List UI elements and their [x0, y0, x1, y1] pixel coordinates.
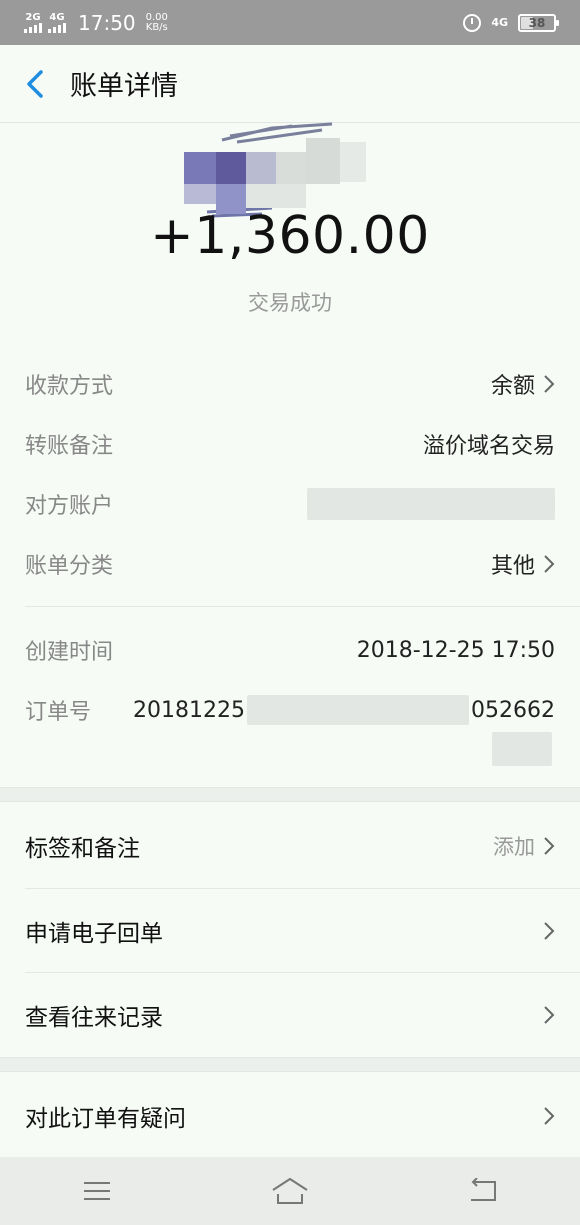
- detail-row-created-time: 创建时间 2018-12-25 17:50: [25, 630, 555, 670]
- speed-unit: KB/s: [145, 21, 168, 33]
- nav-bar: 账单详情: [0, 45, 580, 123]
- battery-text: 38: [528, 15, 546, 30]
- status-right: 4G 38: [463, 13, 559, 32]
- signal-4g-icon: 4G: [48, 11, 66, 33]
- detail-label: 收款方式: [25, 374, 114, 399]
- counterparty-value: [307, 488, 555, 520]
- action-label: 查看往来记录: [25, 1005, 163, 1031]
- signal-group: 2G 4G 17:50 0.00 KB/s: [24, 11, 168, 35]
- detail-row-payment-method[interactable]: 收款方式 余额: [25, 364, 555, 404]
- detail-value: 余额: [491, 368, 555, 400]
- redacted-block: [247, 695, 470, 725]
- detail-row-order-number: 订单号 20181225 052662: [25, 690, 555, 730]
- return-icon: [471, 1178, 497, 1201]
- action-value: [535, 921, 555, 941]
- chevron-right-icon: [544, 1107, 555, 1125]
- menu-icon: [83, 1182, 110, 1200]
- electronic-receipt-row[interactable]: 申请电子回单: [0, 889, 580, 973]
- order-number-value: 20181225 052662: [133, 695, 555, 725]
- order-number-suffix: 052662: [471, 697, 555, 723]
- chevron-left-icon: [27, 69, 43, 98]
- detail-label: 账单分类: [25, 554, 114, 579]
- alarm-icon: [463, 13, 482, 32]
- system-nav-bar: [0, 1157, 580, 1225]
- back-system-button[interactable]: [438, 1161, 528, 1221]
- add-label: 添加: [493, 835, 535, 859]
- action-value: [535, 1106, 555, 1126]
- clock: 17:50: [78, 10, 136, 35]
- menu-button[interactable]: [52, 1161, 142, 1221]
- detail-label: 对方账户: [25, 494, 114, 519]
- back-button[interactable]: [0, 45, 70, 123]
- section-gap: [0, 1057, 580, 1072]
- transfer-note-value: 溢价域名交易: [422, 434, 555, 459]
- network-speed: 0.00 KB/s: [145, 11, 168, 33]
- tags-and-notes-row[interactable]: 标签和备注 添加: [0, 804, 580, 888]
- order-question-row[interactable]: 对此订单有疑问: [0, 1074, 580, 1158]
- net-label-1: 2G: [25, 11, 41, 23]
- transaction-status: 交易成功: [248, 291, 332, 315]
- redacted-block: [307, 488, 555, 520]
- home-icon: [272, 1177, 308, 1204]
- network-type: 4G: [491, 16, 508, 29]
- action-label: 标签和备注: [25, 836, 140, 862]
- action-label: 申请电子回单: [25, 921, 163, 947]
- amount: +1,360.00: [150, 206, 430, 266]
- chevron-right-icon: [544, 837, 555, 855]
- transaction-history-row[interactable]: 查看往来记录: [0, 973, 580, 1057]
- home-button[interactable]: [245, 1161, 335, 1221]
- divider: [25, 606, 580, 607]
- page-title: 账单详情: [70, 71, 178, 102]
- detail-label: 订单号: [25, 700, 92, 725]
- battery-icon: 38: [518, 13, 559, 32]
- category-value: 其他: [490, 554, 535, 579]
- chevron-right-icon: [544, 922, 555, 940]
- detail-label: 转账备注: [25, 434, 114, 459]
- net-label-2: 4G: [49, 11, 65, 23]
- order-number-prefix: 20181225: [133, 697, 246, 723]
- created-time-value: 2018-12-25 17:50: [356, 637, 555, 663]
- chevron-right-icon: [544, 555, 555, 573]
- status-bar: 2G 4G 17:50 0.00 KB/s 4G 38: [0, 0, 580, 45]
- signal-2g-icon: 2G: [24, 11, 42, 33]
- detail-value: 其他: [491, 548, 555, 580]
- action-label: 对此订单有疑问: [25, 1106, 186, 1132]
- section-gap: [0, 787, 580, 802]
- detail-row-transfer-note: 转账备注 溢价域名交易: [25, 424, 555, 464]
- detail-row-category[interactable]: 账单分类 其他: [25, 544, 555, 584]
- payment-method-value: 余额: [490, 374, 535, 399]
- speed-value: 0.00: [145, 11, 168, 23]
- avatar: [182, 120, 368, 220]
- detail-row-counterparty: 对方账户: [25, 484, 555, 524]
- redacted-block: [492, 732, 552, 766]
- action-value: [535, 1005, 555, 1025]
- chevron-right-icon: [544, 375, 555, 393]
- chevron-right-icon: [544, 1006, 555, 1024]
- detail-label: 创建时间: [25, 640, 114, 665]
- action-value: 添加: [493, 831, 555, 861]
